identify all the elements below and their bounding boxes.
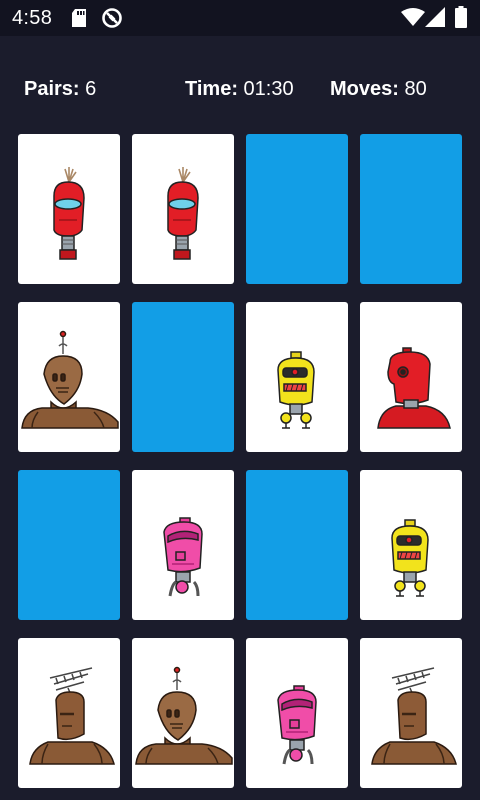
memory-card-brown-antenna-robot[interactable] — [132, 638, 234, 788]
memory-card-brown-tv-antenna-robot[interactable] — [18, 638, 120, 788]
time-counter: Time: 01:30 — [185, 78, 294, 101]
yellow-robot-icon — [391, 519, 429, 597]
red-visor-robot-icon — [167, 167, 199, 260]
memory-card-hidden[interactable] — [246, 134, 348, 284]
status-time: 4:58 — [12, 7, 53, 29]
memory-card-hidden[interactable] — [18, 470, 120, 620]
pink-robot-icon — [277, 685, 317, 765]
brown-tv-antenna-robot-icon — [29, 667, 115, 765]
memory-card-brown-antenna-robot[interactable] — [18, 302, 120, 452]
moves-counter: Moves: 80 — [330, 78, 427, 101]
memory-card-red-visor-robot[interactable] — [18, 134, 120, 284]
battery-icon — [455, 6, 467, 33]
memory-card-hidden[interactable] — [360, 134, 462, 284]
pairs-value: 6 — [85, 78, 97, 100]
time-label: Time: — [185, 78, 238, 100]
memory-card-brown-tv-antenna-robot[interactable] — [360, 638, 462, 788]
memory-card-red-visor-robot[interactable] — [132, 134, 234, 284]
sd-card-icon — [72, 9, 86, 32]
pink-robot-icon — [163, 517, 203, 597]
do-not-disturb-icon — [101, 7, 123, 34]
memory-card-hidden[interactable] — [132, 302, 234, 452]
memory-card-hidden[interactable] — [246, 470, 348, 620]
cell-signal-icon — [425, 7, 445, 32]
game-stats: Pairs: 6 Time: 01:30 Moves: 80 — [0, 78, 480, 106]
memory-card-yellow-robot[interactable] — [360, 470, 462, 620]
memory-card-pink-robot[interactable] — [132, 470, 234, 620]
brown-tv-antenna-robot-icon — [371, 667, 457, 765]
red-cyclops-robot-icon — [377, 347, 451, 429]
moves-label: Moves: — [330, 78, 399, 100]
yellow-robot-icon — [277, 351, 315, 429]
card-grid — [18, 134, 462, 788]
memory-card-yellow-robot[interactable] — [246, 302, 348, 452]
status-bar: 4:58 — [0, 0, 480, 36]
wifi-icon — [401, 8, 425, 31]
pairs-label: Pairs: — [24, 78, 80, 100]
brown-antenna-robot-icon — [135, 666, 233, 765]
pairs-counter: Pairs: 6 — [24, 78, 96, 101]
moves-value: 80 — [404, 78, 427, 100]
red-visor-robot-icon — [53, 167, 85, 260]
time-value: 01:30 — [243, 78, 294, 100]
brown-antenna-robot-icon — [21, 330, 119, 429]
memory-card-pink-robot[interactable] — [246, 638, 348, 788]
memory-card-red-cyclops-robot[interactable] — [360, 302, 462, 452]
